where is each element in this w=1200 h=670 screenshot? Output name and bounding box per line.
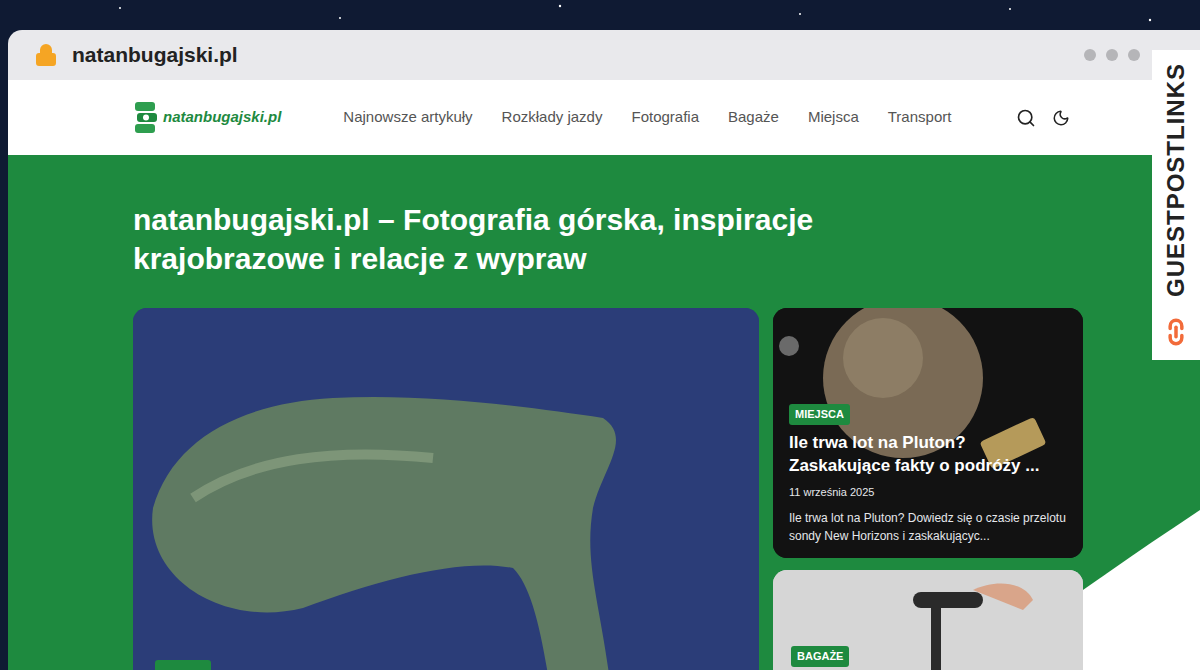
nav-item[interactable]: Rozkłady jazdy bbox=[502, 106, 603, 129]
featured-card[interactable] bbox=[133, 308, 759, 670]
card-excerpt: Ile trwa lot na Pluton? Dowiedz się o cz… bbox=[789, 509, 1067, 545]
window-controls bbox=[1084, 49, 1140, 61]
hero-heading: natanbugajski.pl – Fotografia górska, in… bbox=[133, 200, 953, 278]
article-card[interactable]: BAGAŻE bbox=[773, 570, 1083, 670]
card-tag[interactable]: BAGAŻE bbox=[791, 646, 849, 667]
window-dot[interactable] bbox=[1128, 49, 1140, 61]
window-dot[interactable] bbox=[1084, 49, 1096, 61]
nav-item[interactable]: Bagaże bbox=[728, 106, 779, 129]
search-icon[interactable] bbox=[1016, 108, 1036, 128]
card-title[interactable]: Ile trwa lot na Pluton? Zaskakujące fakt… bbox=[789, 431, 1067, 479]
logo[interactable]: natanbugajski.pl bbox=[133, 100, 281, 136]
main-nav: Najnowsze artykuły Rozkłady jazdy Fotograf… bbox=[343, 106, 951, 129]
watermark-text: GUESTPOSTLINKS bbox=[1158, 63, 1194, 297]
card-date: 11 września 2025 bbox=[789, 484, 874, 501]
page: natanbugajski.pl natanbugajski.pl Najnowsz… bbox=[0, 0, 1200, 670]
logo-icon bbox=[133, 100, 159, 136]
site-header: natanbugajski.pl Najnowsze artykuły Rozkła… bbox=[8, 80, 1200, 155]
watermark: GUESTPOSTLINKS bbox=[1152, 50, 1200, 360]
url[interactable]: natanbugajski.pl bbox=[72, 39, 238, 71]
side-cards: MIEJSCA Ile trwa lot na Pluton? Zaskakują… bbox=[773, 308, 1083, 670]
card-grid: MIEJSCA Ile trwa lot na Pluton? Zaskakują… bbox=[133, 308, 1200, 670]
stars bbox=[0, 0, 1200, 30]
lock-icon bbox=[34, 43, 58, 67]
nav-item[interactable]: Miejsca bbox=[808, 106, 859, 129]
browser-window: natanbugajski.pl natanbugajski.pl Najnowsz… bbox=[8, 30, 1200, 670]
nav-item[interactable]: Transport bbox=[888, 106, 952, 129]
nav-item[interactable]: Najnowsze artykuły bbox=[343, 106, 472, 129]
nav-item[interactable]: Fotografia bbox=[631, 106, 699, 129]
article-card[interactable]: MIEJSCA Ile trwa lot na Pluton? Zaskakują… bbox=[773, 308, 1083, 558]
satellite-image bbox=[133, 308, 759, 670]
hero: natanbugajski.pl – Fotografia górska, in… bbox=[8, 155, 1200, 670]
window-dot[interactable] bbox=[1106, 49, 1118, 61]
card-tag[interactable]: MIEJSCA bbox=[789, 404, 850, 425]
header-actions bbox=[1016, 108, 1070, 128]
title-bar: natanbugajski.pl bbox=[8, 30, 1200, 80]
moon-icon[interactable] bbox=[1052, 109, 1070, 127]
link-icon bbox=[1162, 318, 1190, 346]
featured-tag[interactable] bbox=[155, 660, 211, 670]
